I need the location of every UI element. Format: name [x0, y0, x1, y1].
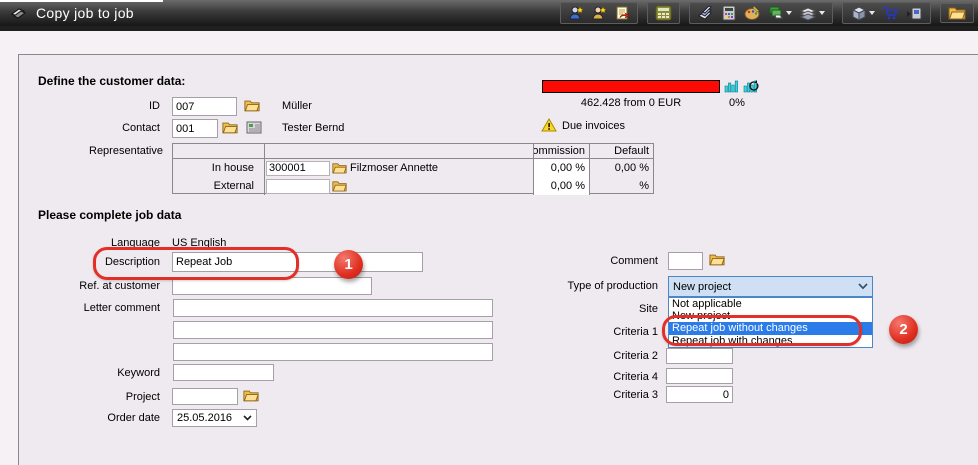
chevron-down-icon	[243, 415, 252, 421]
annotation-step-1-badge: 1	[334, 250, 363, 279]
representative-table: Commission Default In house 300001 Filzm…	[172, 143, 654, 194]
ref-at-customer-label: Ref. at customer	[20, 280, 160, 292]
grid-calculator-icon[interactable]	[655, 5, 672, 21]
toolbar	[551, 1, 974, 25]
customer-name: Müller	[282, 100, 312, 112]
due-invoices-label: Due invoices	[562, 120, 625, 132]
note-redo-icon[interactable]	[614, 5, 630, 21]
chevron-down-icon	[869, 11, 875, 15]
warning-triangle-icon	[541, 118, 557, 132]
contact-browse-folder-icon[interactable]	[222, 121, 238, 134]
criteria-4-label: Criteria 4	[518, 371, 658, 383]
comment-label: Comment	[518, 255, 658, 267]
toolbar-group-customer	[560, 2, 638, 24]
paper-stack-icon[interactable]	[799, 5, 825, 21]
criteria-4-field[interactable]	[666, 368, 733, 384]
project-field[interactable]	[172, 388, 238, 405]
rep-header-empty	[173, 144, 264, 159]
palette-icon[interactable]	[744, 5, 761, 21]
chart-bars-icon[interactable]	[724, 79, 739, 94]
type-of-production-label: Type of production	[518, 280, 658, 292]
project-browse-folder-icon[interactable]	[243, 389, 259, 402]
job-section-heading: Please complete job data	[38, 208, 181, 222]
cube-icon[interactable]	[850, 5, 875, 21]
rep-header-commission: Commission	[533, 144, 589, 159]
chevron-down-icon	[786, 11, 792, 15]
inhouse-rep-name: Filzmoser Annette	[350, 162, 438, 174]
keyword-field[interactable]	[173, 364, 274, 381]
contact-label: Contact	[20, 122, 160, 134]
inhouse-browse-folder-icon[interactable]	[332, 162, 347, 174]
criteria-1-label: Criteria 1	[518, 326, 658, 338]
rep-row-value-cell: 300001 Filzmoser Annette	[264, 159, 533, 177]
letter-comment-field-2[interactable]	[173, 321, 493, 339]
inhouse-default-value: 0,00 %	[589, 159, 653, 177]
id-field[interactable]: 007	[172, 97, 237, 116]
titlebar-shadow	[0, 26, 978, 31]
inhouse-commission-field[interactable]: 0,00 %	[533, 159, 589, 177]
rep-row-label: In house	[173, 159, 264, 177]
rep-header-default: Default	[589, 144, 653, 159]
annotation-highlight-option	[662, 315, 862, 346]
letter-comment-label: Letter comment	[20, 302, 160, 314]
external-id-field[interactable]	[266, 179, 330, 194]
keyword-label: Keyword	[20, 367, 160, 379]
user-edit-icon[interactable]	[591, 5, 607, 21]
letter-comment-field-3[interactable]	[173, 343, 493, 361]
criteria-3-label: Criteria 3	[518, 389, 658, 401]
calculator-icon[interactable]	[721, 5, 737, 21]
annotation-step-2-badge: 2	[889, 315, 918, 344]
criteria-2-field[interactable]	[666, 348, 733, 364]
title-bar: Copy job to job	[0, 0, 978, 26]
contact-name: Tester Bernd	[282, 122, 344, 134]
external-browse-folder-icon[interactable]	[332, 180, 347, 192]
app-stamp-icon	[10, 6, 28, 20]
chevron-down-icon	[819, 11, 825, 15]
cart-icon[interactable]	[882, 5, 899, 21]
workstation-exit-icon[interactable]	[906, 5, 923, 21]
chart-refresh-icon[interactable]	[743, 79, 759, 94]
comment-field[interactable]	[668, 252, 703, 270]
credit-amount-text: 462.428 from 0 EUR	[541, 97, 721, 109]
dropdown-option[interactable]: Not applicable	[669, 298, 872, 310]
toolbar-group-tools	[689, 2, 833, 24]
catalog-icon[interactable]	[697, 5, 714, 21]
site-label: Site	[518, 303, 658, 315]
contact-search-card-icon[interactable]	[246, 121, 262, 134]
id-browse-folder-icon[interactable]	[244, 99, 260, 112]
toolbar-group-file	[940, 3, 974, 23]
type-of-production-combo[interactable]: New project	[668, 276, 873, 297]
letter-comment-field-1[interactable]	[173, 299, 493, 317]
cards-hand-icon[interactable]	[768, 5, 792, 21]
criteria-3-field[interactable]: 0	[666, 386, 733, 403]
top-edge-highlight	[0, 0, 163, 2]
customer-section-heading: Define the customer data:	[38, 74, 185, 88]
order-date-label: Order date	[20, 412, 160, 424]
rep-row-label: External	[173, 177, 264, 195]
toolbar-group-grid	[647, 2, 680, 24]
project-label: Project	[20, 391, 160, 403]
folder-icon[interactable]	[948, 6, 966, 20]
contact-field[interactable]: 001	[172, 119, 218, 138]
comment-browse-folder-icon[interactable]	[709, 253, 725, 266]
credit-limit-bar	[542, 80, 720, 93]
id-label: ID	[20, 100, 160, 112]
user-add-icon[interactable]	[568, 5, 584, 21]
rep-row-value-cell	[264, 177, 533, 195]
toolbar-group-order	[842, 2, 931, 24]
external-commission-field[interactable]: 0,00 %	[533, 177, 589, 195]
type-of-production-value: New project	[673, 281, 731, 293]
representative-label: Representative	[23, 145, 163, 157]
criteria-2-label: Criteria 2	[518, 350, 658, 362]
order-date-value: 25.05.2016	[177, 412, 232, 424]
annotation-highlight-description	[93, 247, 299, 280]
order-date-combo[interactable]: 25.05.2016	[172, 409, 257, 427]
rep-header-empty2	[264, 144, 533, 159]
chevron-down-icon	[858, 283, 868, 290]
external-default-value: %	[589, 177, 653, 195]
credit-percent-text: 0%	[712, 97, 762, 109]
inhouse-id-field[interactable]: 300001	[266, 161, 330, 176]
copy-job-window: Copy job to job	[0, 0, 978, 465]
window-title: Copy job to job	[36, 5, 134, 21]
